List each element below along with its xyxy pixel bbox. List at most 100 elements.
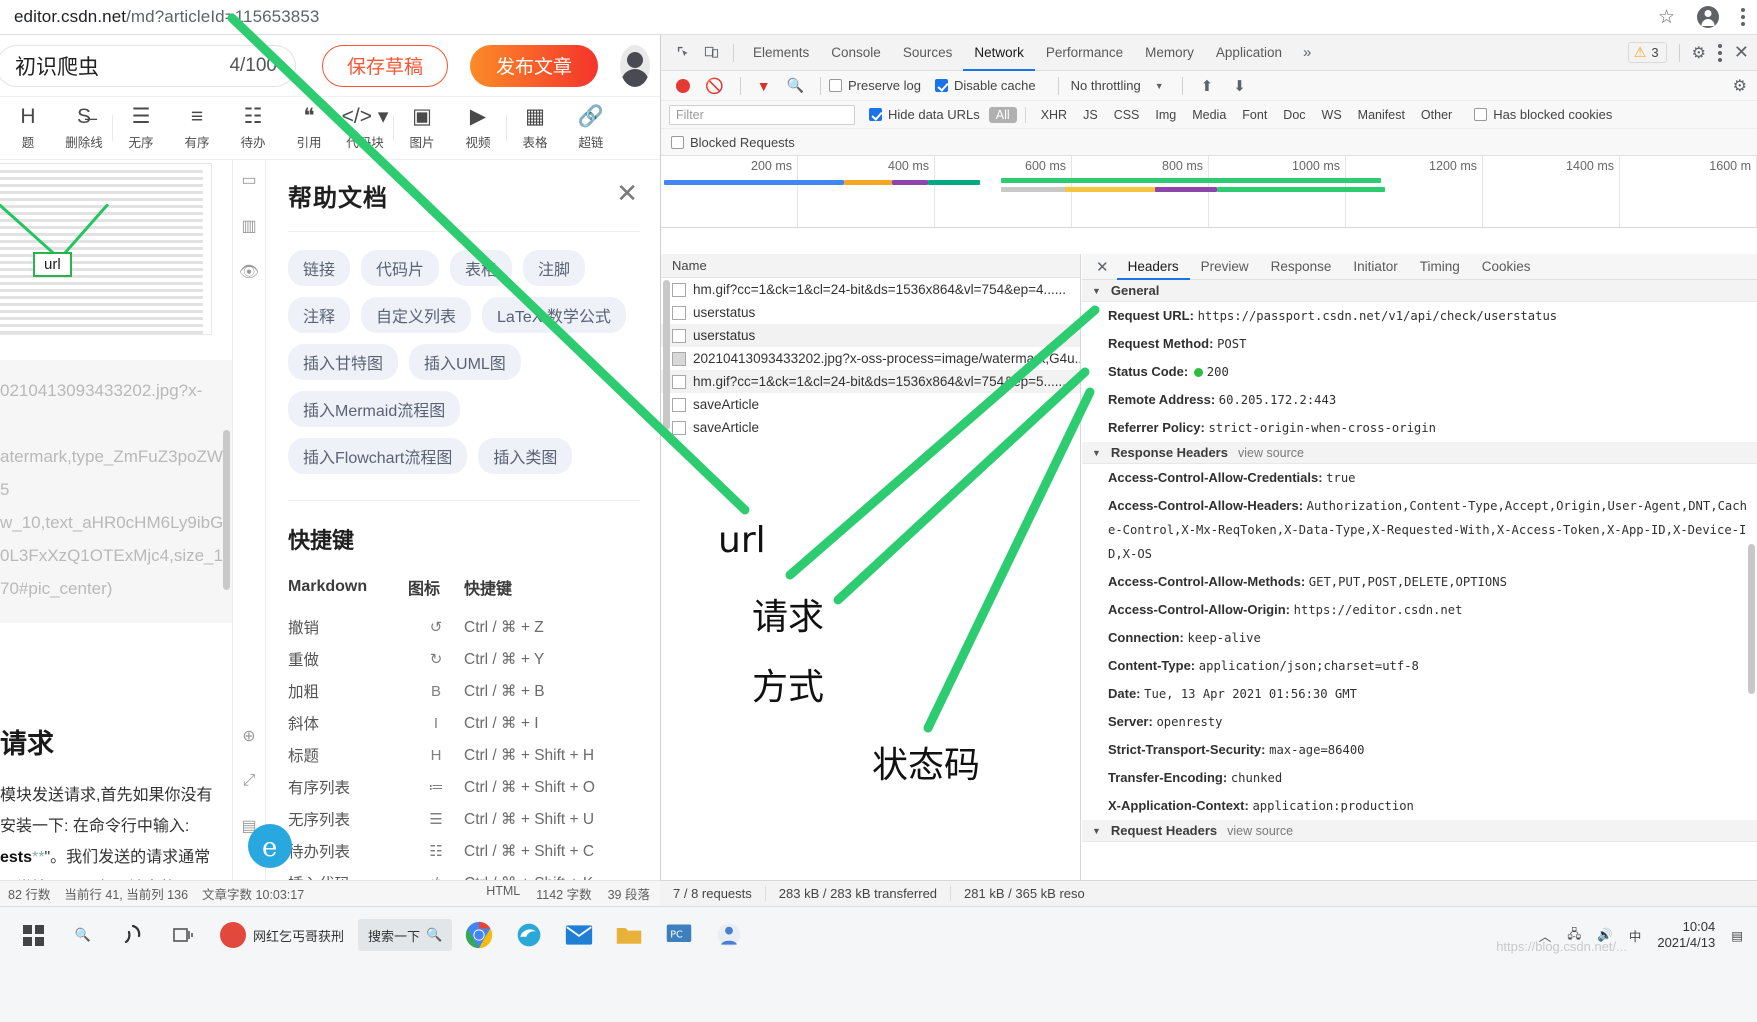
hide-data-urls-checkbox[interactable]	[869, 108, 882, 121]
type-filter-css[interactable]: CSS	[1107, 107, 1147, 123]
help-chip[interactable]: 注释	[288, 297, 351, 333]
help-chip[interactable]: 插入Flowchart流程图	[288, 438, 468, 474]
gear-icon[interactable]: ⚙	[1692, 43, 1706, 63]
help-chip[interactable]: 插入UML图	[409, 344, 521, 380]
details-scrollbar[interactable]	[1748, 544, 1755, 694]
request-headers-section-header[interactable]: ▼ Request Headers view source	[1082, 820, 1757, 842]
export-icon[interactable]: ▤	[241, 816, 256, 836]
request-list-scrollbar[interactable]	[663, 280, 670, 430]
throttling-select[interactable]: No throttling	[1071, 78, 1141, 93]
help-chip[interactable]: 代码片	[361, 250, 440, 286]
export-har-icon[interactable]: ⬇	[1233, 77, 1246, 95]
mail-icon[interactable]	[556, 912, 602, 958]
type-filter-manifest[interactable]: Manifest	[1351, 107, 1412, 123]
table-row[interactable]: hm.gif?cc=1&ck=1&cl=24-bit&ds=1536x864&v…	[661, 278, 1080, 301]
close-icon[interactable]: ✕	[616, 178, 638, 209]
kebab-menu-icon[interactable]	[1741, 8, 1745, 26]
tab-timing[interactable]: Timing	[1409, 254, 1471, 280]
panel-single-icon[interactable]: ▭	[241, 170, 256, 190]
disable-cache-checkbox[interactable]	[934, 79, 948, 92]
help-chip[interactable]: 自定义列表	[361, 297, 472, 333]
inspect-element-icon[interactable]	[669, 39, 697, 67]
editor-scrollbar[interactable]	[223, 430, 230, 590]
article-title-input[interactable]: 初识爬虫 4/100	[0, 44, 296, 87]
help-chip[interactable]: 表格	[450, 250, 513, 286]
help-chip[interactable]: 插入Mermaid流程图	[288, 391, 461, 427]
tab-response[interactable]: Response	[1260, 254, 1343, 280]
publish-article-button[interactable]: 发布文章	[470, 44, 599, 87]
type-filter-ws[interactable]: WS	[1315, 107, 1349, 123]
app-icon[interactable]	[706, 912, 752, 958]
folder-icon[interactable]	[606, 912, 652, 958]
tab-sources[interactable]: Sources	[892, 35, 964, 71]
tab-preview[interactable]: Preview	[1190, 254, 1260, 280]
tab-memory[interactable]: Memory	[1134, 35, 1205, 71]
kebab-menu-icon[interactable]	[1717, 43, 1722, 62]
user-avatar[interactable]	[620, 44, 650, 87]
tab-headers[interactable]: Headers	[1117, 254, 1190, 280]
taskview-icon[interactable]	[160, 912, 206, 958]
expand-icon[interactable]: ⤢	[243, 772, 256, 790]
pc-icon[interactable]: PC	[656, 912, 702, 958]
tab-elements[interactable]: Elements	[742, 35, 820, 71]
tab-initiator[interactable]: Initiator	[1342, 254, 1408, 280]
type-filter-other[interactable]: Other	[1414, 107, 1459, 123]
close-icon[interactable]: ✕	[1734, 42, 1749, 63]
chevron-double-right-icon[interactable]: »	[1293, 44, 1321, 61]
header-value[interactable]: https://passport.csdn.net/v1/api/check/u…	[1198, 309, 1558, 323]
tab-cookies[interactable]: Cookies	[1471, 254, 1542, 280]
cortana-icon[interactable]	[110, 912, 156, 958]
editor-text-column[interactable]: url 0210413093433202.jpg?x-atermark,type…	[0, 160, 232, 880]
device-toolbar-icon[interactable]	[697, 39, 725, 67]
toolbar-item-table[interactable]: ▦ 表格	[507, 98, 563, 158]
network-settings-gear-icon[interactable]: ⚙	[1733, 76, 1757, 96]
help-chip[interactable]: 注脚	[523, 250, 586, 286]
help-chip[interactable]: LaTeX 数学公式	[482, 297, 626, 333]
search-icon[interactable]: 🔍	[787, 77, 804, 94]
filter-icon[interactable]: ▼	[757, 78, 771, 94]
toolbar-item-link[interactable]: 🔗 超链	[563, 98, 619, 158]
table-row[interactable]: saveArticle	[661, 393, 1080, 416]
close-icon[interactable]: ✕	[1088, 258, 1117, 276]
toolbar-item-strikethrough[interactable]: S̶ 删除线	[56, 98, 112, 158]
network-overview-timeline[interactable]: 200 ms 400 ms 600 ms 800 ms 1000 ms 1200…	[661, 156, 1757, 228]
table-row[interactable]: saveArticle	[661, 416, 1080, 439]
type-filter-doc[interactable]: Doc	[1276, 107, 1312, 123]
clear-icon[interactable]: 🚫	[705, 77, 724, 95]
taskbar-clock[interactable]: 10:04 2021/4/13	[1657, 919, 1715, 951]
tab-console[interactable]: Console	[820, 35, 892, 71]
table-row[interactable]: userstatus	[661, 324, 1080, 347]
address-bar[interactable]: editor.csdn.net/md?articleId=115653853	[14, 7, 319, 27]
star-icon[interactable]: ☆	[1658, 6, 1675, 29]
network-icon[interactable]: 🖧	[1567, 925, 1581, 946]
search-icon[interactable]: 🔍	[60, 912, 106, 958]
toolbar-item-todo-list[interactable]: ☷ 待办	[225, 98, 281, 158]
has-blocked-cookies-checkbox[interactable]	[1474, 108, 1488, 121]
notification-icon[interactable]: ▤	[1731, 928, 1743, 943]
ime-icon[interactable]: 中	[1629, 926, 1642, 945]
news-taskbar-item[interactable]: 网红乞丐哥获刑	[210, 913, 354, 957]
record-button-icon[interactable]	[676, 78, 690, 93]
tab-network[interactable]: Network	[963, 35, 1035, 71]
volume-icon[interactable]: 🔊	[1597, 928, 1613, 943]
type-filter-media[interactable]: Media	[1185, 107, 1233, 123]
toolbar-item-ordered-list[interactable]: ≡ 有序	[169, 98, 225, 158]
tab-application[interactable]: Application	[1205, 35, 1293, 71]
import-har-icon[interactable]: ⬆	[1201, 77, 1214, 95]
toolbar-item-bullet-list[interactable]: ☰ 无序	[113, 98, 169, 158]
general-section-header[interactable]: ▼ General	[1082, 280, 1757, 302]
view-source-link[interactable]: view source	[1227, 820, 1293, 842]
type-filter-font[interactable]: Font	[1235, 107, 1274, 123]
profile-avatar-icon[interactable]	[1697, 6, 1719, 28]
toolbar-item-code-block[interactable]: </> ▾ 代码块	[337, 98, 393, 158]
chrome-icon[interactable]	[456, 912, 502, 958]
toolbar-item-image[interactable]: ▣ 图片	[394, 98, 450, 158]
help-chip[interactable]: 链接	[288, 250, 351, 286]
panel-split-icon[interactable]: ▥	[241, 216, 256, 236]
windows-start-icon[interactable]	[10, 912, 56, 958]
toolbar-item-quote[interactable]: ❝ 引用	[281, 98, 337, 158]
tab-performance[interactable]: Performance	[1035, 35, 1134, 71]
view-source-link[interactable]: view source	[1238, 442, 1304, 464]
toolbar-item-heading[interactable]: H 题	[0, 98, 56, 158]
preview-eye-icon[interactable]: 👁	[239, 262, 259, 282]
